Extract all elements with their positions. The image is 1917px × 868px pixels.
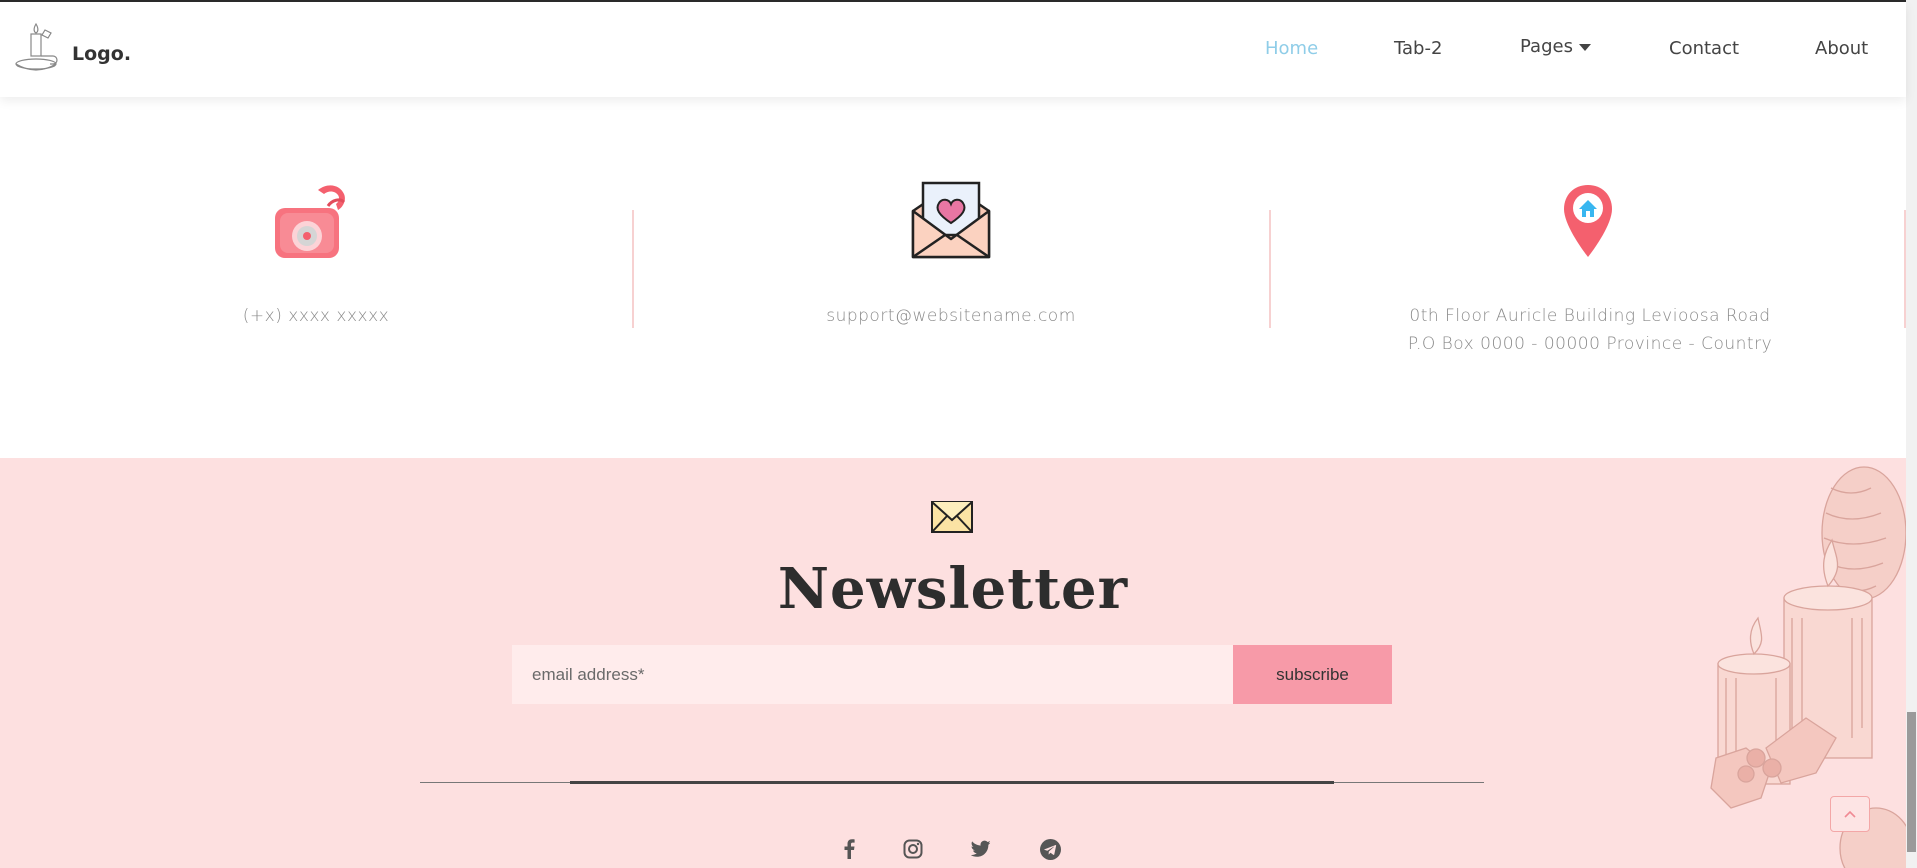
nav-contact[interactable]: Contact [1669,38,1739,59]
contact-divider [1269,210,1271,328]
phone-number: (+x) xxxx xxxxx [242,306,390,326]
nav-pages-dropdown[interactable]: Pages [1520,36,1591,57]
chevron-up-icon [1844,810,1856,818]
candle-logo-icon [15,22,58,71]
footer-divider-accent [570,781,1334,784]
nav-about[interactable]: About [1815,38,1868,59]
logo-link[interactable]: Logo. [14,20,131,74]
twitter-icon [971,840,991,857]
instagram-link[interactable] [902,838,924,860]
caret-down-icon [1578,43,1591,51]
nav-pages-label: Pages [1520,36,1573,57]
nav-home[interactable]: Home [1265,38,1318,59]
nav-tab-2[interactable]: Tab-2 [1394,38,1442,59]
subscribe-button[interactable]: subscribe [1233,645,1392,704]
envelope-icon [931,501,973,533]
love-letter-icon [911,181,991,259]
location-pin-icon [1564,185,1612,257]
instagram-icon [903,839,923,859]
facebook-icon [844,839,855,859]
telegram-icon [1039,838,1061,860]
address-line-2: P.O Box 0000 - 00000 Province - Country [1407,334,1773,354]
support-email[interactable]: support@websitename.com [790,302,1112,330]
telegram-link[interactable] [1039,838,1061,860]
contact-info-section: (+x) xxxx xxxxx support@websitename.com … [0,97,1906,458]
newsletter-title: Newsletter [777,556,1129,622]
site-header: Logo. Home Tab-2 Pages Contact About [0,2,1906,97]
newsletter-email-input[interactable] [512,645,1233,704]
facebook-link[interactable] [838,838,860,860]
back-to-top-button[interactable] [1830,796,1870,832]
telephone-icon [275,185,346,258]
twitter-link[interactable] [970,838,992,860]
newsletter-section: Newsletter subscribe [0,458,1906,868]
page-scrollbar-thumb[interactable] [1907,712,1916,852]
logo-text: Logo. [72,43,132,65]
address-line-1: 0th Floor Auricle Building Levioosa Road [1409,306,1771,326]
contact-divider [632,210,634,328]
